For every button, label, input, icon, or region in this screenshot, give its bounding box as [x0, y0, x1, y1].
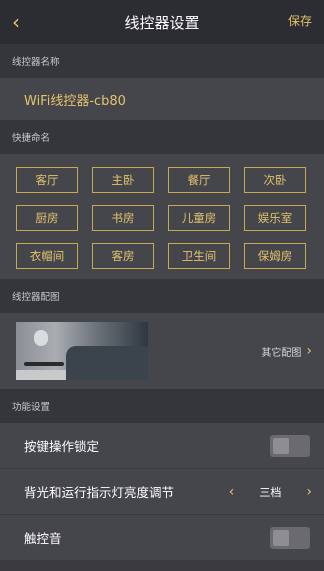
section-label-quick: 快捷命名: [0, 120, 324, 154]
chevron-right-icon[interactable]: ›: [306, 484, 312, 500]
quick-name-tag[interactable]: 衣帽间: [16, 243, 78, 269]
quick-name-tag[interactable]: 厨房: [16, 205, 78, 231]
quick-name-tag[interactable]: 次卧: [244, 167, 306, 193]
brightness-selector: ‹ 三档 ›: [229, 484, 312, 500]
quick-name-tag[interactable]: 娱乐室: [244, 205, 306, 231]
thumbnail-sofa: [66, 346, 148, 380]
save-button[interactable]: 保存: [288, 12, 312, 29]
key-lock-row: 按键操作锁定: [0, 423, 324, 469]
section-label-function: 功能设置: [0, 389, 324, 423]
page-title: 线控器设置: [124, 13, 200, 32]
quick-name-tag[interactable]: 主卧: [92, 167, 154, 193]
key-lock-toggle[interactable]: [270, 434, 310, 457]
toggle-knob: [273, 529, 289, 546]
other-config-link[interactable]: 其它配图 ›: [261, 343, 312, 359]
brightness-row: 背光和运行指示灯亮度调节 ‹ 三档 ›: [0, 469, 324, 515]
thumbnail-lamp: [34, 330, 48, 346]
toggle-knob: [273, 437, 289, 454]
other-config-label: 其它配图: [261, 347, 302, 359]
controller-name-field[interactable]: WiFi线控器-cb80: [0, 78, 324, 120]
brightness-value: 三档: [259, 485, 282, 499]
quick-name-tag[interactable]: 客房: [92, 243, 154, 269]
config-image-row: 其它配图 ›: [0, 313, 324, 389]
thumbnail-table: [24, 362, 64, 366]
chevron-right-icon: ›: [306, 343, 312, 359]
quick-name-tag[interactable]: 餐厅: [168, 167, 230, 193]
config-thumbnail[interactable]: [16, 322, 148, 380]
touch-sound-row: 触控音: [0, 515, 324, 561]
quick-name-tag[interactable]: 书房: [92, 205, 154, 231]
touch-sound-toggle[interactable]: [270, 526, 310, 549]
quick-name-tag[interactable]: 保姆房: [244, 243, 306, 269]
key-lock-label: 按键操作锁定: [24, 439, 100, 454]
section-label-name: 线控器名称: [0, 44, 324, 78]
touch-sound-label: 触控音: [24, 531, 62, 546]
quick-name-tag[interactable]: 儿童房: [168, 205, 230, 231]
quick-name-grid: 客厅 主卧 餐厅 次卧 厨房 书房 儿童房 娱乐室 衣帽间 客房 卫生间 保姆房: [0, 154, 324, 279]
back-icon[interactable]: ‹: [12, 10, 30, 34]
section-label-config: 线控器配图: [0, 279, 324, 313]
quick-name-tag[interactable]: 卫生间: [168, 243, 230, 269]
quick-name-tag[interactable]: 客厅: [16, 167, 78, 193]
app-header: ‹ 线控器设置 保存: [0, 0, 324, 44]
brightness-label: 背光和运行指示灯亮度调节: [24, 485, 175, 500]
